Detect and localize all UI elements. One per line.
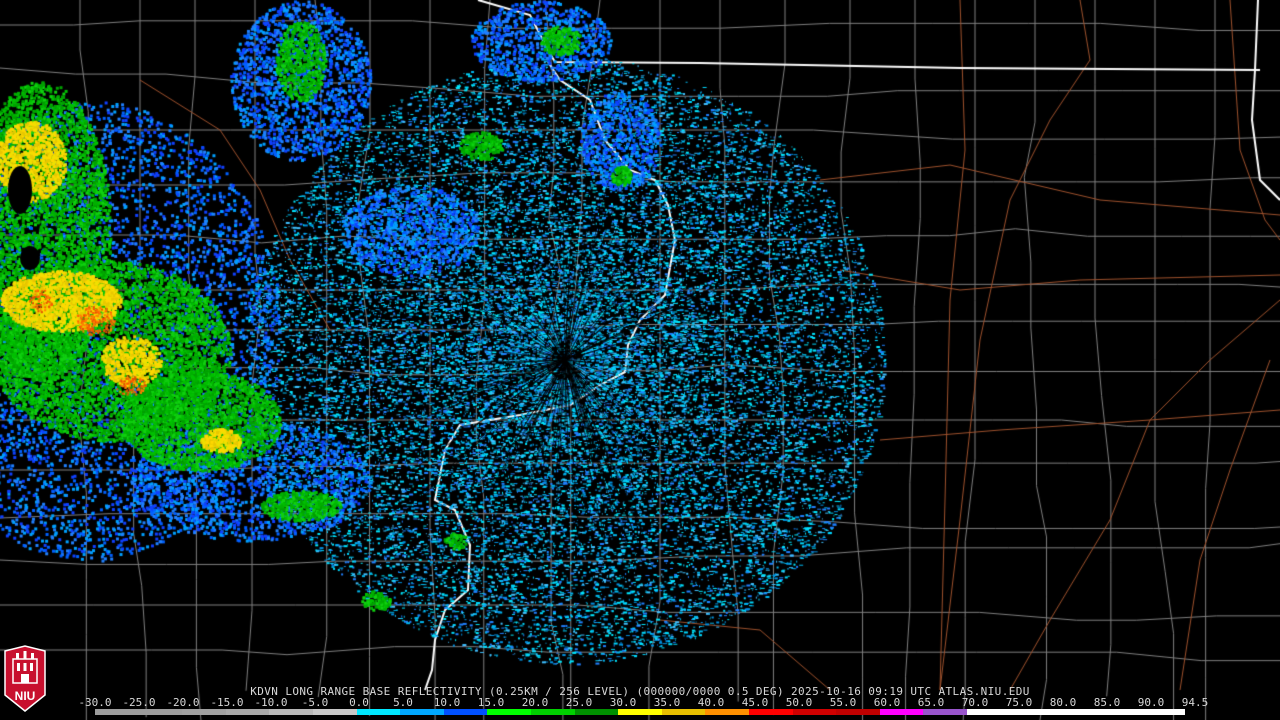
scale-label: 65.0 — [917, 696, 945, 709]
colorbar-segment — [923, 709, 967, 715]
scale-label: -5.0 — [301, 696, 329, 709]
scale-label: -20.0 — [166, 696, 200, 709]
colorbar-segment — [400, 709, 444, 715]
colorbar-segment — [1054, 709, 1098, 715]
colorbar-segment — [618, 709, 662, 715]
scale-label: 45.0 — [741, 696, 769, 709]
colorbar-segment — [574, 709, 619, 715]
scale-label: -25.0 — [122, 696, 156, 709]
colorbar-segment — [661, 709, 706, 715]
colorbar-segment — [138, 709, 183, 715]
colorbar-segment — [1010, 709, 1055, 715]
colorbar-segment — [356, 709, 401, 715]
niu-logo: NIU — [4, 645, 46, 712]
scale-label: 60.0 — [873, 696, 901, 709]
colorbar-segment — [182, 709, 226, 715]
scale-label: -30.0 — [78, 696, 112, 709]
colorbar-segment — [879, 709, 924, 715]
scale-label: 90.0 — [1137, 696, 1165, 709]
colorbar-segment — [1097, 709, 1142, 715]
scale-label: 15.0 — [477, 696, 505, 709]
dbz-scale-labels: -30.0 -25.0 -20.0 -15.0 -10.0 -5.0 0.0 5.0 10.0 1… — [78, 696, 1208, 709]
dbz-colorbar — [95, 709, 1185, 715]
scale-label: 30.0 — [609, 696, 637, 709]
colorbar-segment — [792, 709, 837, 715]
colorbar-segment — [530, 709, 575, 715]
scale-label: 25.0 — [565, 696, 593, 709]
scale-label: 75.0 — [1005, 696, 1033, 709]
scale-label: 40.0 — [697, 696, 725, 709]
scale-label: 5.0 — [393, 696, 413, 709]
colorbar-segment — [487, 709, 531, 715]
colorbar-segment — [225, 709, 270, 715]
scale-label: 10.0 — [433, 696, 461, 709]
scale-label: 35.0 — [653, 696, 681, 709]
colorbar-segment — [705, 709, 749, 715]
colorbar-segment — [1141, 709, 1185, 715]
colorbar-segment — [443, 709, 488, 715]
radar-map — [0, 0, 1280, 720]
scale-label: -15.0 — [210, 696, 244, 709]
scale-label: -10.0 — [254, 696, 288, 709]
colorbar-segment — [966, 709, 1011, 715]
colorbar-segment — [95, 709, 139, 715]
scale-label: 0.0 — [349, 696, 369, 709]
scale-label: 94.5 — [1181, 696, 1209, 709]
colorbar-segment — [312, 709, 357, 715]
scale-label: 50.0 — [785, 696, 813, 709]
colorbar-segment — [748, 709, 793, 715]
scale-label: 85.0 — [1093, 696, 1121, 709]
scale-label: 55.0 — [829, 696, 857, 709]
scale-label: 70.0 — [961, 696, 989, 709]
scale-label: 80.0 — [1049, 696, 1077, 709]
scale-label: 20.0 — [521, 696, 549, 709]
colorbar-segment — [269, 709, 313, 715]
colorbar-segment — [836, 709, 880, 715]
